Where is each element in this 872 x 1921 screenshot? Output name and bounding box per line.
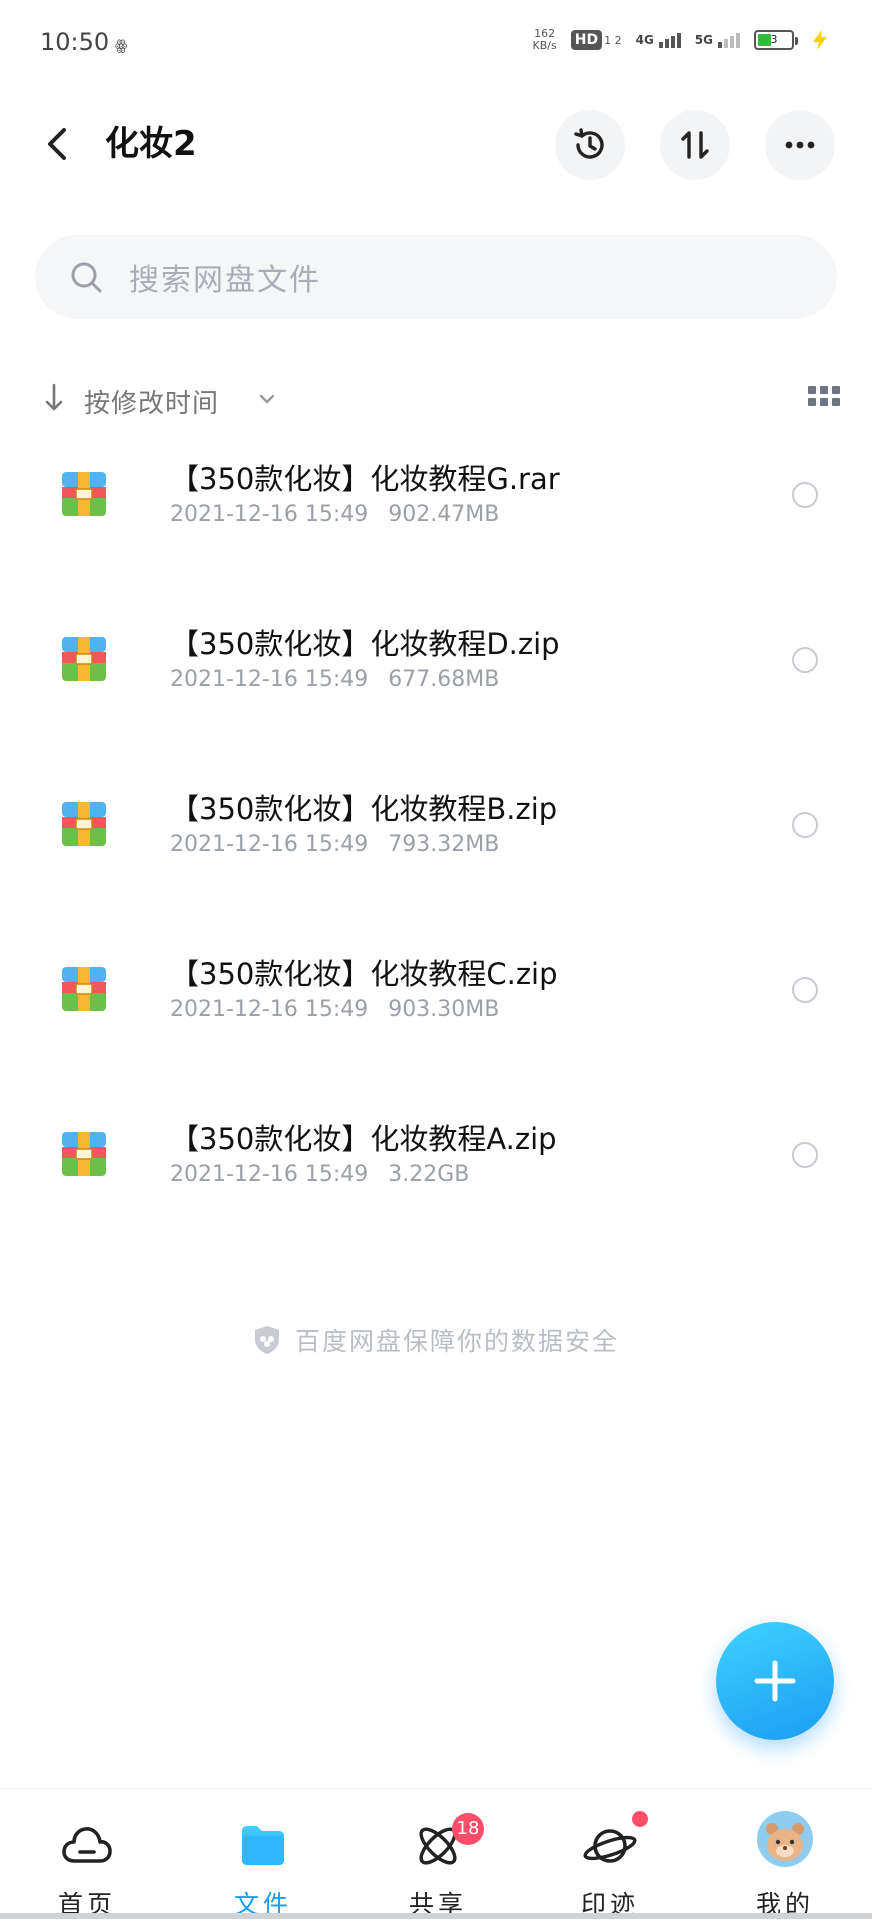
search-icon [71, 262, 102, 293]
page-title: 化妆2 [105, 124, 197, 164]
file-meta: 2021-12-16 15:49 902.47MB [170, 502, 499, 527]
plus-icon [754, 1660, 796, 1702]
security-note-text: 百度网盘保障你的数据安全 [294, 1327, 619, 1356]
battery-icon: 3 [754, 30, 798, 50]
share-badge: 18 [452, 1813, 484, 1845]
notification-indicator: ꙮ [115, 38, 128, 54]
status-bar: 10:50 ꙮ 162 KB/s HD 1 2 4G 5G 3 [0, 0, 872, 90]
sort-selector[interactable]: 按修改时间 [84, 383, 219, 420]
archive-file-icon [62, 1132, 106, 1176]
select-radio[interactable] [792, 1142, 818, 1168]
file-date: 2021-12-16 15:49 [170, 1162, 369, 1187]
file-row[interactable]: 【350款化妆】化妆教程C.zip 2021-12-16 15:49 903.30… [0, 935, 872, 1100]
signal-4g-icon: 4G [635, 32, 681, 48]
file-row[interactable]: 【350款化妆】化妆教程A.zip 2021-12-16 15:49 3.22GB [0, 1100, 872, 1265]
file-row[interactable]: 【350款化妆】化妆教程B.zip 2021-12-16 15:49 793.32… [0, 770, 872, 935]
chevron-left-icon [48, 128, 66, 160]
archive-file-icon [62, 472, 106, 516]
signal-4g-label: 4G [635, 32, 654, 47]
file-list: 【350款化妆】化妆教程G.rar 2021-12-16 15:49 902.47… [0, 440, 872, 1265]
file-meta: 2021-12-16 15:49 677.68MB [170, 667, 499, 692]
hd-badge: HD [570, 30, 603, 50]
file-date: 2021-12-16 15:49 [170, 997, 369, 1022]
file-meta: 2021-12-16 15:49 903.30MB [170, 997, 499, 1022]
file-name: 【350款化妆】化妆教程C.zip [170, 957, 558, 991]
history-button[interactable] [555, 110, 625, 180]
file-size: 677.68MB [388, 667, 500, 692]
nav-item-mine[interactable]: 我的 [715, 1789, 855, 1919]
search-placeholder: 搜索网盘文件 [129, 263, 321, 298]
header: 化妆2 [0, 100, 872, 190]
chevron-down-icon[interactable] [258, 390, 276, 408]
file-meta: 2021-12-16 15:49 793.32MB [170, 832, 499, 857]
add-button[interactable] [716, 1622, 834, 1740]
home-cloud-icon [62, 1827, 112, 1863]
home-indicator [0, 1913, 872, 1919]
nav-item-files[interactable]: 文件 [193, 1789, 333, 1919]
archive-file-icon [62, 637, 106, 681]
status-time: 10:50 [40, 28, 110, 56]
sort-bar: 按修改时间 [40, 380, 840, 420]
select-radio[interactable] [792, 812, 818, 838]
shield-icon [254, 1326, 279, 1354]
bottom-nav: 首页 文件 18 共享 印迹 我的 [0, 1788, 872, 1919]
file-row[interactable]: 【350款化妆】化妆教程D.zip 2021-12-16 15:49 677.68… [0, 605, 872, 770]
file-date: 2021-12-16 15:49 [170, 502, 369, 527]
file-name: 【350款化妆】化妆教程D.zip [170, 627, 560, 661]
file-name: 【350款化妆】化妆教程G.rar [170, 462, 560, 496]
avatar [757, 1811, 813, 1867]
folder-icon [242, 1826, 284, 1865]
file-name: 【350款化妆】化妆教程B.zip [170, 792, 558, 826]
file-name: 【350款化妆】化妆教程A.zip [170, 1122, 557, 1156]
transfer-icon [681, 131, 709, 159]
planet-icon [583, 1829, 637, 1863]
network-speed: 162 KB/s [533, 28, 557, 52]
nav-item-footprint[interactable]: 印迹 [540, 1789, 680, 1919]
history-icon [574, 128, 604, 159]
file-row[interactable]: 【350款化妆】化妆教程G.rar 2021-12-16 15:49 902.47… [0, 440, 872, 605]
archive-file-icon [62, 802, 106, 846]
search-input[interactable]: 搜索网盘文件 [35, 235, 837, 319]
file-size: 902.47MB [388, 502, 500, 527]
select-radio[interactable] [792, 647, 818, 673]
avatar-icon [766, 1823, 804, 1861]
grid-view-icon[interactable] [808, 386, 840, 410]
nav-item-share[interactable]: 18 共享 [368, 1789, 508, 1919]
file-size: 3.22GB [388, 1162, 470, 1187]
transfer-button[interactable] [660, 110, 730, 180]
hd-indicator: HD 1 2 [570, 30, 622, 50]
status-icons: 162 KB/s HD 1 2 4G 5G 3 [533, 28, 832, 52]
file-size: 793.32MB [388, 832, 500, 857]
signal-5g-label: 5G [694, 32, 713, 47]
arrow-down-icon [45, 383, 63, 411]
select-radio[interactable] [792, 977, 818, 1003]
network-speed-unit: KB/s [532, 39, 557, 52]
more-icon [785, 141, 815, 149]
notification-dot [632, 1811, 648, 1827]
file-date: 2021-12-16 15:49 [170, 667, 369, 692]
archive-file-icon [62, 967, 106, 1011]
file-date: 2021-12-16 15:49 [170, 832, 369, 857]
file-meta: 2021-12-16 15:49 3.22GB [170, 1162, 469, 1187]
security-note: 百度网盘保障你的数据安全 [0, 1322, 872, 1358]
hd-sub: 1 2 [604, 33, 622, 47]
signal-5g-icon: 5G [694, 32, 740, 48]
nav-item-home[interactable]: 首页 [17, 1789, 157, 1919]
charging-icon [813, 30, 827, 50]
back-button[interactable] [36, 122, 80, 166]
file-size: 903.30MB [388, 997, 500, 1022]
more-button[interactable] [765, 110, 835, 180]
battery-level: 3 [770, 33, 778, 46]
select-radio[interactable] [792, 482, 818, 508]
